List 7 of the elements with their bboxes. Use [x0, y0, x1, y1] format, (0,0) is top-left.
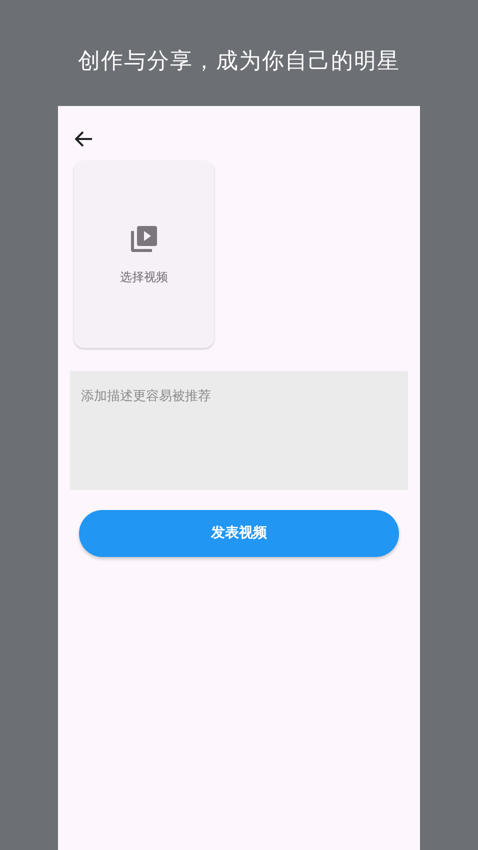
- description-field[interactable]: 添加描述更容易被推荐: [70, 371, 408, 490]
- publish-button[interactable]: 发表视频: [79, 510, 399, 557]
- video-picker-label: 选择视频: [120, 268, 168, 286]
- video-library-icon: [129, 224, 159, 254]
- headline: 创作与分享，成为你自己的明星: [78, 48, 400, 76]
- back-arrow-icon[interactable]: [75, 131, 93, 147]
- video-picker-card[interactable]: 选择视频: [74, 161, 214, 348]
